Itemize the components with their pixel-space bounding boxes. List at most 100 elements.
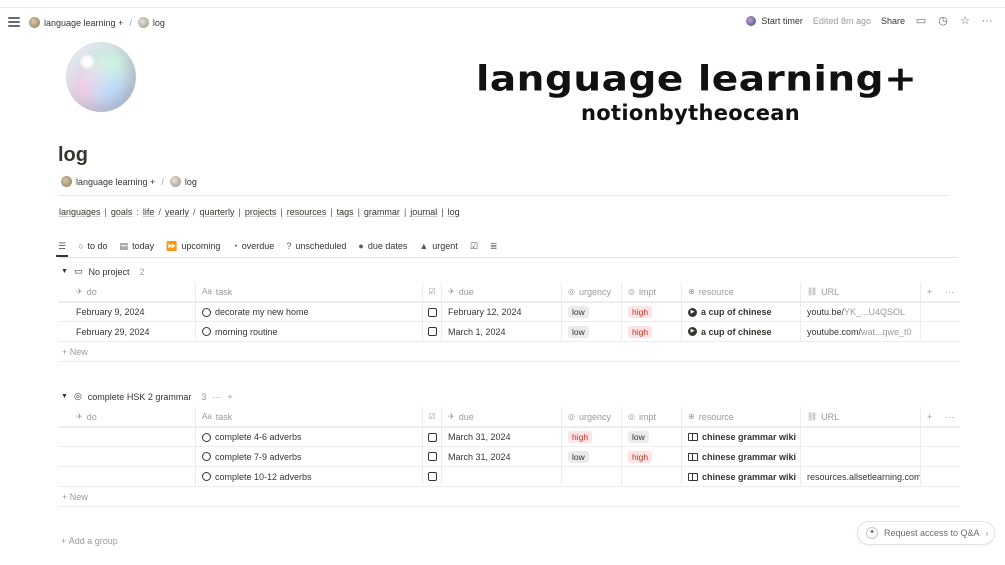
request-qa-button[interactable]: ✦ Request access to Q&A › — [857, 521, 995, 545]
menu-icon[interactable] — [8, 17, 20, 27]
checkbox[interactable] — [427, 327, 437, 336]
column-urgency[interactable]: ◎ urgency — [562, 407, 622, 426]
do-cell[interactable] — [58, 447, 196, 466]
column-url[interactable]: ⛓ URL — [801, 282, 921, 301]
task-cell[interactable]: complete 7-9 adverbs — [196, 447, 423, 466]
new-row-button[interactable]: + New — [58, 342, 960, 362]
task-cell[interactable]: complete 4-6 adverbs — [196, 428, 423, 446]
url-cell[interactable] — [801, 428, 921, 446]
checkbox-cell[interactable] — [423, 467, 442, 486]
checkbox[interactable] — [427, 307, 437, 317]
breadcrumb-root[interactable]: language learning + — [44, 18, 123, 28]
inline-breadcrumb-root[interactable]: language learning + — [76, 177, 155, 187]
group-add-icon[interactable]: + — [227, 392, 232, 402]
resource-cell[interactable]: ▶ a cup of chinese — [682, 322, 801, 341]
column-do[interactable]: ✈ do — [58, 282, 196, 301]
tab-all-list[interactable]: ☰ — [55, 241, 69, 257]
task-cell[interactable]: decorate my new home — [196, 303, 423, 321]
link-grammar[interactable]: grammar — [364, 207, 400, 217]
group-more-icon[interactable]: ··· — [212, 392, 221, 402]
add-group-button[interactable]: + Add a group — [61, 536, 118, 546]
resource-cell[interactable]: chinese grammar wiki — [682, 467, 801, 486]
page-icon-orb[interactable] — [66, 42, 136, 112]
more-icon[interactable]: ··· — [981, 15, 993, 27]
collapse-triangle-icon[interactable]: ▼ — [61, 393, 68, 400]
due-cell[interactable]: February 12, 2024 — [442, 303, 562, 321]
history-icon[interactable]: ◷ — [937, 15, 949, 27]
resource-cell[interactable]: ▶ a cup of chinese — [682, 303, 801, 321]
checkbox[interactable] — [427, 452, 437, 461]
link-resources[interactable]: resources — [287, 207, 327, 217]
do-cell[interactable]: February 29, 2024 — [58, 322, 196, 341]
impt-cell[interactable]: low — [622, 428, 682, 446]
link-projects[interactable]: projects — [245, 207, 277, 217]
table-row[interactable]: complete 4-6 adverbs March 31, 2024 high… — [58, 427, 960, 447]
resource-cell[interactable]: chinese grammar wiki — [682, 447, 801, 466]
link-life[interactable]: life — [143, 207, 155, 217]
urgency-cell[interactable] — [562, 467, 622, 486]
do-cell[interactable]: February 9, 2024 — [58, 303, 196, 321]
checkbox-cell[interactable] — [423, 428, 442, 446]
add-column-icon[interactable]: + — [927, 287, 932, 297]
tab-to-do[interactable]: ○ to do — [78, 241, 107, 251]
url-cell[interactable] — [801, 447, 921, 466]
due-cell[interactable]: March 1, 2024 — [442, 322, 562, 341]
comment-icon[interactable]: ▭ — [915, 15, 927, 27]
urgency-cell[interactable]: low — [562, 322, 622, 341]
tab-checkbox-view[interactable]: ☑ — [470, 241, 478, 252]
breadcrumb-current[interactable]: log — [153, 18, 165, 28]
urgency-cell[interactable]: high — [562, 428, 622, 446]
tab-urgent[interactable]: ▲ urgent — [419, 241, 457, 251]
tab-upcoming[interactable]: ⏩ upcoming — [166, 241, 220, 252]
tab-unscheduled[interactable]: ? unscheduled — [286, 241, 346, 251]
more-icon[interactable]: ··· — [945, 412, 954, 422]
link-languages[interactable]: languages — [59, 207, 101, 217]
impt-cell[interactable]: high — [622, 447, 682, 466]
impt-cell[interactable]: high — [622, 303, 682, 321]
column-task[interactable]: Aa task — [196, 407, 423, 426]
column-impt[interactable]: ◎ impt — [622, 407, 682, 426]
table-row[interactable]: complete 7-9 adverbs March 31, 2024 low … — [58, 447, 960, 467]
due-cell[interactable] — [442, 467, 562, 486]
column-resource[interactable]: ⊕ resource — [682, 282, 801, 301]
due-cell[interactable]: March 31, 2024 — [442, 428, 562, 446]
checkbox-cell[interactable] — [423, 447, 442, 466]
group-header-hsk2[interactable]: ▼ ◎ complete HSK 2 grammar 3 ··· + — [61, 391, 233, 402]
link-journal[interactable]: journal — [410, 207, 437, 217]
url-cell[interactable]: youtube.com/wat...qwe_t0 — [801, 322, 921, 341]
task-cell[interactable]: morning routine — [196, 322, 423, 341]
inline-breadcrumb-current[interactable]: log — [185, 177, 197, 187]
column-checkbox[interactable]: ☑ — [423, 407, 442, 426]
do-cell[interactable] — [58, 428, 196, 446]
more-icon[interactable]: ··· — [945, 287, 954, 297]
share-button[interactable]: Share — [881, 16, 905, 26]
group-header-no-project[interactable]: ▼ ▭ No project 2 — [61, 266, 145, 277]
tab-today[interactable]: ▤ today — [120, 241, 155, 252]
checkbox[interactable] — [427, 472, 437, 481]
checkbox[interactable] — [427, 432, 437, 442]
column-impt[interactable]: ◎ impt — [622, 282, 682, 301]
checkbox-cell[interactable] — [423, 322, 442, 341]
star-icon[interactable]: ☆ — [959, 15, 971, 27]
column-urgency[interactable]: ◎ urgency — [562, 282, 622, 301]
tab-overdue[interactable]: ◔ overdue — [232, 241, 274, 251]
column-do[interactable]: ✈ do — [58, 407, 196, 426]
column-url[interactable]: ⛓ URL — [801, 407, 921, 426]
urgency-cell[interactable]: low — [562, 447, 622, 466]
column-due[interactable]: ✈ due — [442, 407, 562, 426]
url-cell[interactable]: youtu.be/YK_...U4QSOL — [801, 303, 921, 321]
table-row[interactable]: February 29, 2024 morning routine March … — [58, 322, 960, 342]
column-task[interactable]: Aa task — [196, 282, 423, 301]
resource-cell[interactable]: chinese grammar wiki — [682, 428, 801, 446]
table-row[interactable]: complete 10-12 adverbs chinese grammar w… — [58, 467, 960, 487]
checkbox-cell[interactable] — [423, 303, 442, 321]
link-quarterly[interactable]: quarterly — [199, 207, 234, 217]
collapse-triangle-icon[interactable]: ▼ — [61, 268, 68, 275]
impt-cell[interactable] — [622, 467, 682, 486]
do-cell[interactable] — [58, 467, 196, 486]
table-row[interactable]: February 9, 2024 decorate my new home Fe… — [58, 302, 960, 322]
column-checkbox[interactable]: ☑ — [423, 282, 442, 301]
url-cell[interactable]: resources.allsetlearning.com/ — [801, 467, 921, 486]
page-title[interactable]: log — [58, 144, 88, 167]
link-goals[interactable]: goals — [111, 207, 133, 217]
